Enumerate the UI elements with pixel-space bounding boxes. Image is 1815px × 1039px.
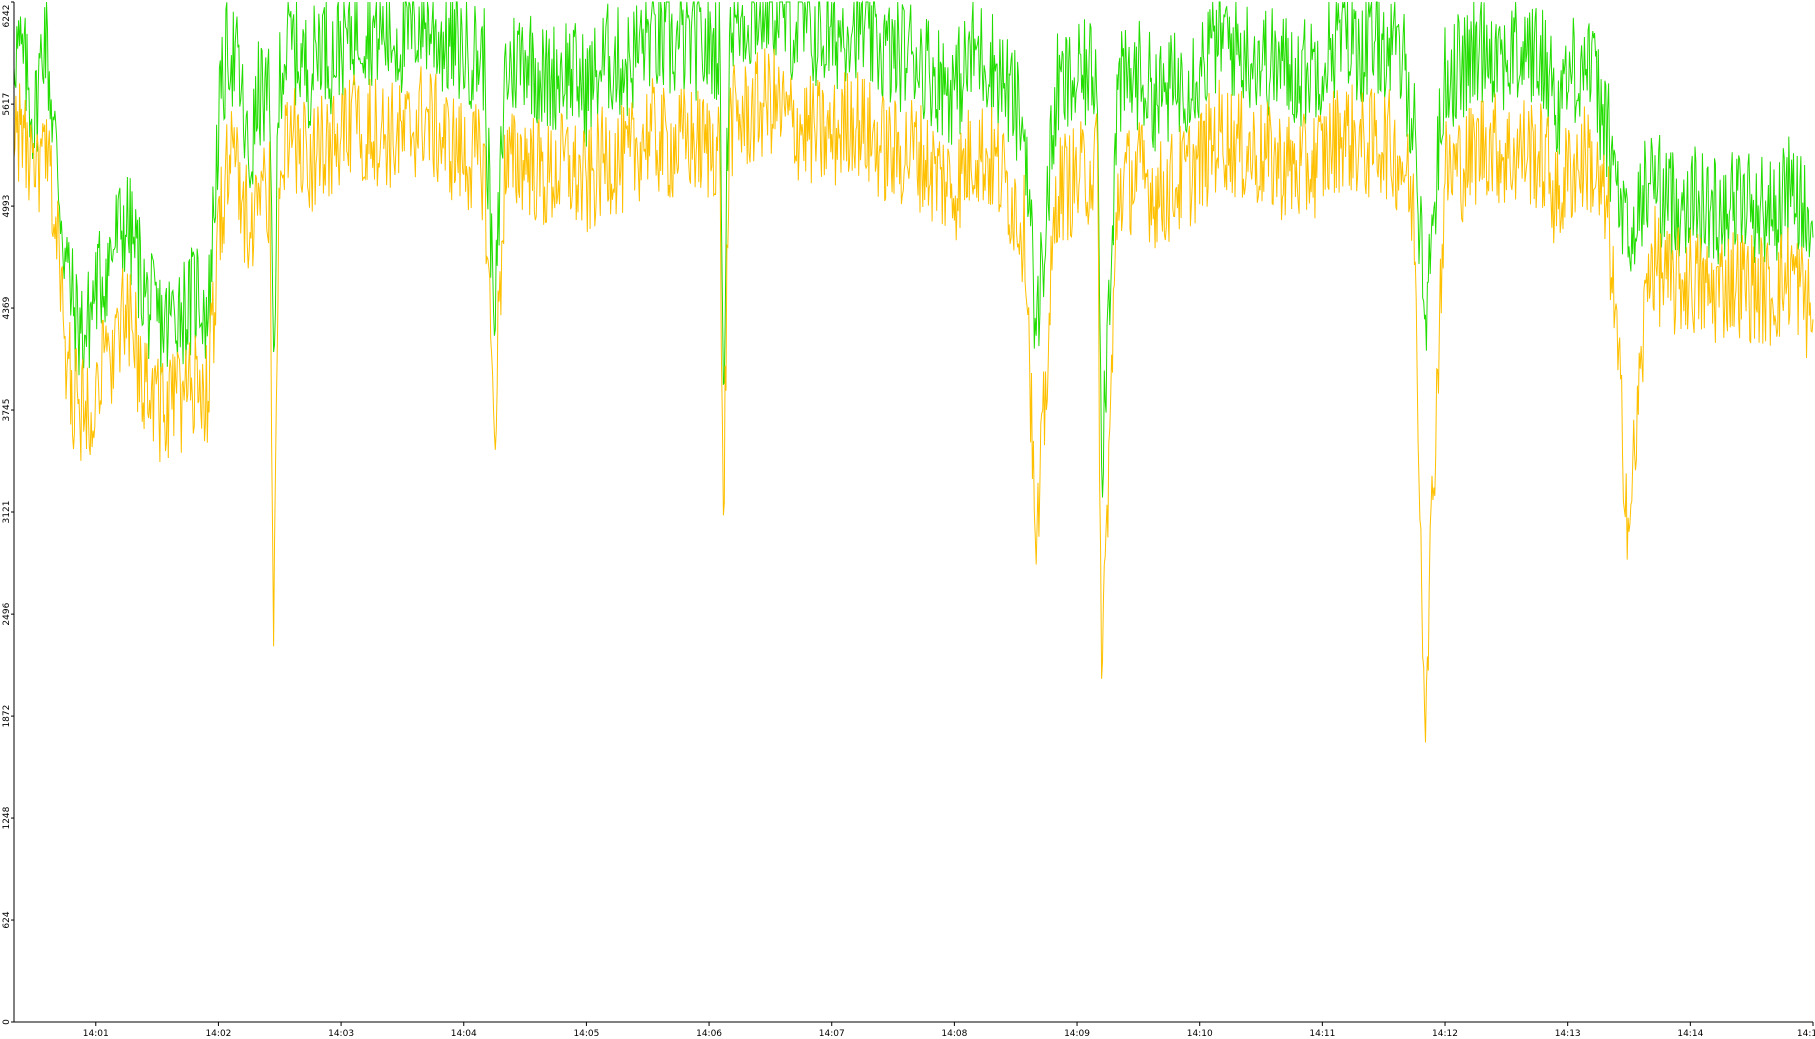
y-tick-label: 1248 [2,806,12,829]
chart-svg: 0 624 1248 1872 2496 3121 3745 4369 4993 5617 6242… [2,0,1815,1039]
x-tick-label: 14:01 [83,1029,109,1039]
x-tick-label: 14:04 [451,1029,477,1039]
y-tick-label: 4993 [2,195,12,218]
y-tick-label: 3745 [2,399,12,422]
y-tick-label: 6242 [2,5,12,28]
y-tick-label: 624 [2,911,12,928]
x-tick-label: 14:02 [205,1029,231,1039]
x-tick-label: 14:08 [941,1029,967,1039]
throughput-chart: 0 624 1248 1872 2496 3121 3745 4369 4993 5617 6242… [0,0,1815,1039]
series-line-1 [13,0,1814,498]
series-line-2 [13,48,1814,743]
y-tick-label: 0 [2,1019,12,1025]
x-tick-label: 14:07 [819,1029,845,1039]
x-tick-label: 14:12 [1432,1029,1458,1039]
y-tick-label: 5617 [2,93,12,116]
x-tick-label: 14:14 [1677,1029,1703,1039]
x-tick-label: 14:09 [1064,1029,1090,1039]
x-tick-label: 14:11 [1309,1029,1335,1039]
x-tick-label: 14:1 [1797,1029,1815,1039]
x-tick-label: 14:06 [696,1029,722,1039]
x-tick-label: 14:13 [1555,1029,1581,1039]
y-tick-label: 3121 [2,501,12,524]
axes-layer: 0 624 1248 1872 2496 3121 3745 4369 4993 5617 6242… [2,1,1815,1039]
x-tick-label: 14:03 [328,1029,354,1039]
series-layer [13,0,1814,743]
y-tick-label: 4369 [2,296,12,319]
y-tick-label: 2496 [2,602,12,625]
x-tick-label: 14:05 [573,1029,599,1039]
y-tick-label: 1872 [2,705,12,728]
x-tick-label: 14:10 [1187,1029,1213,1039]
